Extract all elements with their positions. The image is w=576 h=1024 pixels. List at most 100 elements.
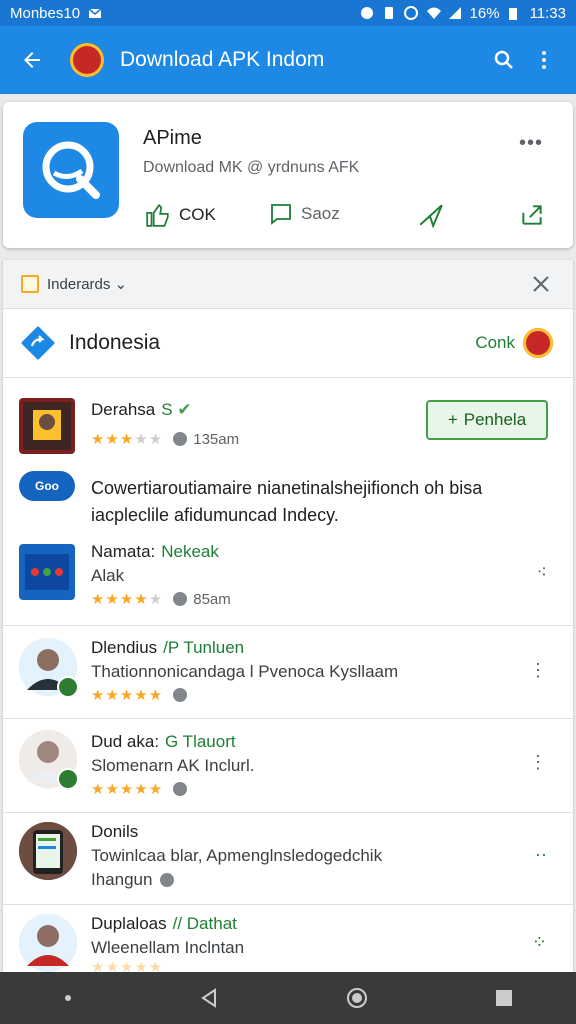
location-icon — [21, 326, 55, 360]
thumb-up-icon — [146, 203, 169, 227]
item-tag: Nekeak — [161, 542, 219, 561]
country-header[interactable]: Indonesia Conk — [3, 309, 573, 378]
item-title: Namata: Nekeak — [91, 542, 219, 561]
wifi-icon — [426, 6, 441, 20]
app-card: APime Download MK @ yrdnuns AFK ••• COK … — [3, 102, 573, 248]
close-icon[interactable] — [529, 272, 553, 296]
verified-badge-icon — [57, 768, 79, 790]
list-item[interactable]: Dlendius/P Tunluen Thationnonicandaga l … — [3, 630, 573, 722]
clock-icon — [173, 432, 188, 446]
app-logo — [70, 43, 104, 77]
info-icon — [173, 688, 188, 702]
item-menu-icon[interactable]: ⁘ — [532, 932, 547, 953]
location-pin-icon — [173, 592, 188, 606]
avatar — [19, 730, 79, 790]
app-icon[interactable] — [23, 122, 119, 218]
like-action[interactable]: COK — [145, 202, 216, 228]
promo-logo: Goo — [19, 471, 75, 501]
save-action[interactable]: Saoz — [269, 202, 340, 226]
item-title: Derahsa S ✔ — [91, 400, 192, 419]
plus-icon: + — [447, 410, 458, 429]
item-subtitle: Alak — [91, 566, 125, 585]
item-menu-icon[interactable]: ⁖ — [536, 562, 547, 583]
open-external-icon — [522, 205, 542, 225]
bluetooth-icon — [360, 6, 374, 20]
divider — [3, 904, 573, 905]
battery-icon — [508, 6, 522, 20]
page-title: Download APK Indom — [120, 48, 325, 71]
install-button[interactable]: + Penhela — [426, 400, 548, 440]
signal-icon — [448, 6, 462, 20]
folder-icon — [21, 275, 39, 293]
item-subtitle: Wleenellam Inclntan — [91, 938, 245, 957]
item-subtitle: Thationnonicandaga l Pvenoca Kysllaam — [91, 662, 399, 681]
rating-stars: ★★★ ★ ★ 135am — [91, 430, 240, 449]
send-icon — [419, 204, 443, 228]
item-subtitle: Towinlcaa blar, Apmenglnsledogedchik — [91, 846, 383, 865]
app-bar: Download APK Indom — [0, 26, 576, 94]
list-item[interactable]: Donils Towinlcaa blar, Apmenglnsledogedc… — [3, 816, 573, 904]
battery-label: 16% — [469, 4, 500, 22]
app-thumbnail — [19, 398, 75, 454]
arrow-back-icon — [24, 52, 40, 68]
dot-icon — [64, 995, 71, 1001]
overflow-menu-button[interactable] — [524, 40, 564, 80]
item-title: Dud aka: G Tlauort — [91, 732, 236, 751]
recents-nav-icon[interactable] — [494, 988, 514, 1008]
avatar — [19, 638, 79, 698]
list-item[interactable]: Dud aka: G Tlauort Slomenarn AK Inclurl. … — [3, 722, 573, 814]
item-title: Donils — [91, 822, 139, 841]
promo-row[interactable]: Goo Cowertiaroutiamaire nianetinalshejif… — [3, 465, 573, 535]
item-tag: S — [161, 400, 173, 419]
divider — [3, 718, 573, 719]
country-badge-icon — [523, 328, 553, 358]
back-nav-icon[interactable] — [198, 987, 220, 1009]
verified-badge-icon — [57, 676, 79, 698]
item-tag: G Tlauort — [165, 732, 236, 751]
filter-dropdown[interactable]: Inderards ⌄ — [47, 275, 127, 293]
divider — [3, 812, 573, 813]
item-meta: 85am — [193, 590, 231, 608]
rating-stars: ★★★★★ — [91, 780, 188, 798]
filter-label: Inderards — [47, 276, 111, 293]
carrier-label: Monbes10 — [10, 4, 81, 22]
like-label: COK — [179, 205, 216, 224]
back-button[interactable] — [12, 40, 52, 80]
list-item[interactable]: Duplaloas// Dathat Wleenellam Inclntan ★… — [3, 908, 573, 976]
clock: 11:33 — [529, 4, 566, 22]
verified-icon: ✔ — [177, 400, 192, 419]
info-icon — [173, 782, 188, 796]
more-vert-icon — [542, 51, 546, 69]
mail-icon — [88, 6, 102, 20]
search-button[interactable] — [484, 40, 524, 80]
share-action[interactable] — [417, 202, 445, 228]
divider — [3, 625, 573, 626]
comment-icon — [271, 204, 291, 225]
system-nav-bar — [0, 972, 576, 1024]
item-title: Dlendius/P Tunluen — [91, 638, 245, 657]
save-label: Saoz — [301, 204, 340, 223]
app-thumbnail — [19, 822, 77, 880]
item-title: Duplaloas// Dathat — [91, 914, 237, 933]
item-menu-icon[interactable]: ⋮ — [529, 660, 547, 681]
item-subtitle-2: Ihangun — [91, 870, 175, 890]
avatar — [19, 914, 77, 972]
country-link[interactable]: Conk — [475, 333, 515, 353]
list-item[interactable]: Namata: Nekeak Alak ★★★★ ★ 85am ⁖ — [3, 540, 573, 628]
item-tag: // Dathat — [172, 914, 237, 933]
info-icon — [160, 873, 175, 887]
search-icon — [494, 50, 513, 69]
results-section: Inderards ⌄ Indonesia Conk Derahsa S ✔ ★★… — [3, 260, 573, 976]
alarm-icon — [403, 6, 418, 20]
item-menu-icon[interactable]: ·· — [535, 844, 547, 865]
home-nav-icon[interactable] — [345, 986, 369, 1010]
app-subtitle: Download MK @ yrdnuns AFK — [143, 159, 360, 176]
promo-text: Cowertiaroutiamaire nianetinalshejifionc… — [91, 478, 483, 525]
filter-bar: Inderards ⌄ — [3, 260, 573, 309]
item-tag: /P Tunluen — [163, 638, 245, 657]
item-menu-icon[interactable]: ⋮ — [529, 752, 547, 773]
list-item[interactable]: Derahsa S ✔ ★★★ ★ ★ 135am + Penhela — [3, 388, 573, 468]
open-action[interactable] — [519, 202, 545, 228]
more-horiz-icon[interactable]: ••• — [519, 132, 543, 155]
app-thumbnail — [19, 544, 75, 600]
